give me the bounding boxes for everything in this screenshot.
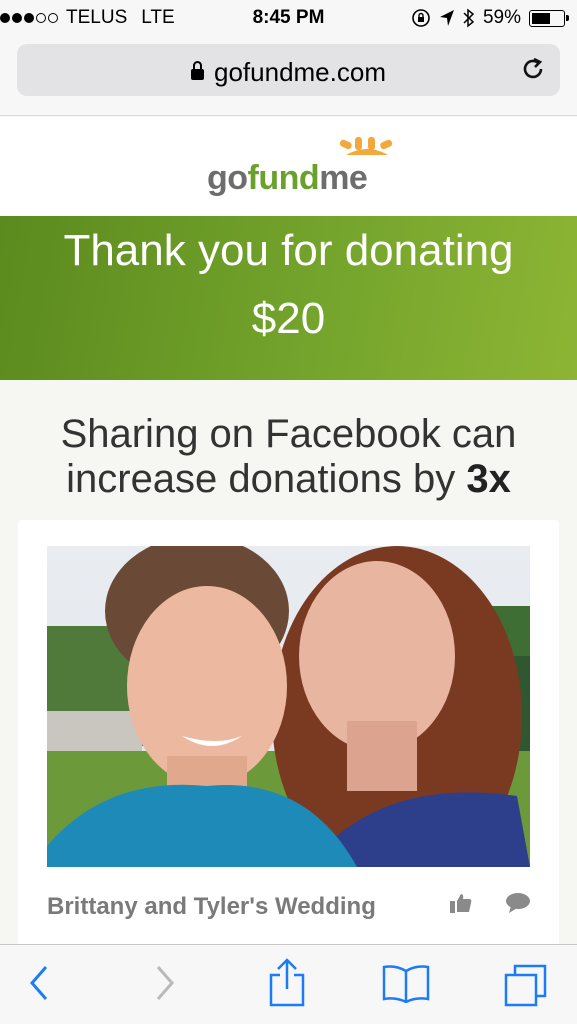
url-display[interactable]: gofundme.com: [17, 57, 560, 88]
tabs-icon[interactable]: [503, 963, 549, 1009]
reload-icon[interactable]: [520, 55, 546, 83]
donation-amount: $20: [251, 294, 326, 343]
logo-fund: fund: [247, 159, 320, 197]
thank-you-banner: Thank you for donating $20: [0, 216, 577, 380]
battery-percent: 59%: [482, 7, 521, 28]
multiplier: 3x: [466, 457, 511, 501]
share-icon[interactable]: [268, 957, 306, 1007]
like-icon[interactable]: [449, 892, 473, 914]
thank-you-message: Thank you for donating: [63, 226, 514, 275]
forward-icon[interactable]: [152, 963, 178, 1003]
share-line-2: increase donations by 3x: [0, 457, 577, 502]
browser-chrome: gofundme.com: [0, 36, 577, 116]
campaign-photo: [47, 546, 530, 867]
battery-icon: [529, 9, 569, 27]
back-icon[interactable]: [26, 963, 52, 1003]
site-header: gofundme: [0, 117, 577, 216]
share-line-2-text: increase donations by: [66, 457, 456, 501]
campaign-title[interactable]: Brittany and Tyler's Wedding: [47, 893, 376, 921]
share-headline: Sharing on Facebook can increase donatio…: [0, 412, 577, 502]
lock-icon: [191, 61, 204, 80]
comment-icon[interactable]: [505, 892, 531, 914]
bookmarks-icon[interactable]: [382, 963, 430, 1003]
logo-go: go: [207, 159, 248, 197]
logo-me: me: [319, 159, 368, 197]
location-arrow-icon: [439, 10, 454, 26]
campaign-card[interactable]: Brittany and Tyler's Wedding: [18, 520, 559, 960]
share-line-1: Sharing on Facebook can: [60, 412, 517, 456]
orientation-lock-icon: [412, 9, 430, 27]
gofundme-logo[interactable]: gofundme: [207, 159, 368, 198]
browser-toolbar: [0, 944, 577, 1024]
address-bar[interactable]: gofundme.com: [17, 44, 560, 96]
bluetooth-icon: [463, 8, 475, 28]
url-text: gofundme.com: [214, 57, 386, 87]
status-bar: TELUS LTE 8:45 PM 59%: [0, 0, 577, 36]
